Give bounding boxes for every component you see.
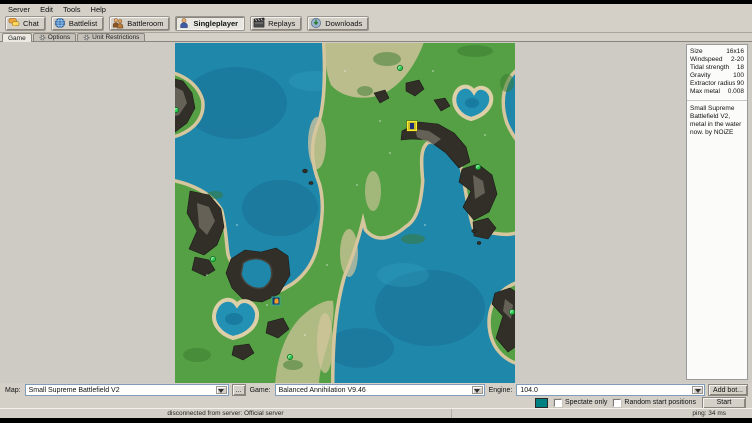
subtab-options[interactable]: Options	[33, 33, 76, 41]
chevron-down-icon	[216, 386, 227, 394]
chevron-down-icon	[692, 386, 703, 394]
subtab-game[interactable]: Game	[2, 33, 32, 42]
map-info-row: Tidal strength 18	[690, 64, 744, 72]
start-button[interactable]: Start	[702, 397, 746, 409]
map-markers	[175, 43, 515, 383]
tab-label: Chat	[23, 19, 39, 28]
tab-chat[interactable]: Chat	[5, 16, 46, 31]
tab-label: Battleroom	[127, 19, 163, 28]
gear-icon	[39, 34, 46, 41]
info-value: 0.008	[728, 88, 744, 96]
game-label: Game:	[249, 387, 272, 394]
game-select[interactable]: Balanced Annihilation V9.46	[275, 384, 485, 396]
lobby-window: Server Edit Tools Help Chat	[0, 0, 752, 423]
spectate-checkbox[interactable]	[554, 399, 562, 407]
tab-singleplayer[interactable]: Singleplayer	[175, 16, 245, 31]
menu-help[interactable]: Help	[86, 5, 111, 14]
add-bot-button[interactable]: Add bot...	[708, 384, 748, 396]
gear-icon	[83, 34, 90, 41]
replays-icon	[253, 17, 265, 29]
chat-icon	[8, 17, 20, 29]
engine-label: Engine:	[488, 387, 514, 394]
marker-start[interactable]	[210, 256, 216, 262]
info-value: 100	[733, 72, 744, 80]
menu-bar: Server Edit Tools Help	[0, 4, 752, 14]
map-info-row: Max metal 0.008	[690, 88, 744, 96]
info-label: Tidal strength	[690, 64, 735, 72]
map-browse-button[interactable]: ...	[232, 384, 246, 396]
letterbox-bottom	[0, 418, 752, 423]
info-label: Max metal	[690, 88, 726, 96]
subtab-unit-restrictions[interactable]: Unit Restrictions	[77, 33, 145, 41]
info-value: 2-20	[731, 56, 744, 64]
random-start-label: Random start positions	[624, 399, 696, 406]
engine-select[interactable]: 104.0	[516, 384, 705, 396]
info-label: Size	[690, 48, 724, 56]
tab-battlelist[interactable]: Battlelist	[51, 16, 104, 31]
client-area: Server Edit Tools Help Chat	[0, 4, 752, 418]
info-label: Gravity	[690, 72, 731, 80]
singleplayer-icon	[178, 17, 190, 29]
marker-start[interactable]	[175, 107, 179, 113]
marker-start[interactable]	[397, 65, 403, 71]
map-info-row: Extractor radius 90	[690, 80, 744, 88]
downloads-icon	[310, 17, 322, 29]
game-tab-content: Size 16x16 Windspeed 2-20 Tidal strength…	[0, 42, 752, 383]
map-info-row: Size 16x16	[690, 48, 744, 56]
status-bar: disconnected from server: Official serve…	[0, 408, 752, 418]
chevron-down-icon	[472, 386, 483, 394]
marker-start[interactable]	[509, 309, 515, 315]
map-info-row: Windspeed 2-20	[690, 56, 744, 64]
globe-icon	[54, 17, 66, 29]
start-options-row: Spectate only Random start positions Sta…	[535, 397, 746, 408]
info-value: 16x16	[726, 48, 744, 56]
ping-label: ping: 34 ms	[452, 410, 752, 417]
tab-downloads[interactable]: Downloads	[307, 16, 369, 31]
map-info-row: Gravity 100	[690, 72, 744, 80]
map-preview[interactable]	[175, 43, 515, 383]
random-start-checkbox[interactable]	[613, 399, 621, 407]
tab-battleroom[interactable]: Battleroom	[109, 16, 170, 31]
spectate-label: Spectate only	[565, 399, 607, 406]
marker-start[interactable]	[287, 354, 293, 360]
random-start-option: Random start positions	[613, 399, 696, 407]
info-label: Extractor radius	[690, 80, 735, 88]
menu-edit[interactable]: Edit	[35, 5, 58, 14]
team-color-button[interactable]	[535, 398, 548, 408]
tab-replays[interactable]: Replays	[250, 16, 302, 31]
main-tab-bar: Chat Battlelist Battleroom	[0, 14, 752, 33]
tab-label: Battlelist	[69, 19, 97, 28]
subtab-label: Options	[48, 34, 70, 41]
map-info-table: Size 16x16 Windspeed 2-20 Tidal strength…	[687, 45, 747, 101]
marker-start[interactable]	[475, 164, 481, 170]
map-select-value: Small Supreme Battlefield V2	[29, 387, 120, 394]
subtab-label: Game	[8, 35, 26, 42]
tab-label: Singleplayer	[193, 19, 238, 28]
marker-bot[interactable]	[272, 297, 281, 306]
map-label: Map:	[4, 387, 22, 394]
subtab-label: Unit Restrictions	[92, 34, 139, 41]
map-description: Small Supreme Battlefield V2, metal in t…	[687, 101, 747, 141]
menu-server[interactable]: Server	[3, 5, 35, 14]
game-select-value: Balanced Annihilation V9.46	[279, 387, 366, 394]
spectate-option: Spectate only	[554, 399, 607, 407]
battleroom-icon	[112, 17, 124, 29]
map-info-panel: Size 16x16 Windspeed 2-20 Tidal strength…	[686, 44, 748, 380]
bot-glyph-icon	[274, 299, 278, 304]
sub-tab-bar: Game Options Unit Restrictions	[0, 33, 752, 42]
selector-row: Map: Small Supreme Battlefield V2 ... Ga…	[0, 383, 752, 397]
tab-label: Downloads	[325, 19, 362, 28]
tab-label: Replays	[268, 19, 295, 28]
info-label: Windspeed	[690, 56, 729, 64]
info-value: 18	[737, 64, 744, 72]
engine-select-value: 104.0	[520, 387, 538, 394]
menu-tools[interactable]: Tools	[58, 5, 86, 14]
player-glyph-icon	[410, 123, 414, 129]
status-message: disconnected from server: Official serve…	[0, 409, 452, 418]
marker-player[interactable]	[407, 121, 417, 131]
map-select[interactable]: Small Supreme Battlefield V2	[25, 384, 229, 396]
info-value: 90	[737, 80, 744, 88]
